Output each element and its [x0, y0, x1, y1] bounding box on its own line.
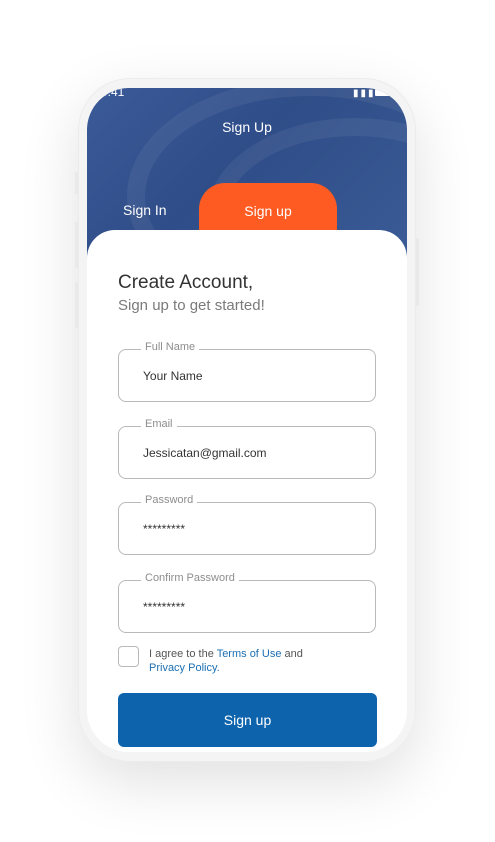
- device-side-button: [75, 172, 78, 194]
- agree-and: and: [281, 648, 303, 660]
- device-side-button: [416, 238, 419, 306]
- form-subtitle: Sign up to get started!: [118, 297, 265, 314]
- battery-icon: [375, 89, 393, 96]
- password-field[interactable]: Password *********: [118, 494, 376, 555]
- signup-form-card: Create Account, Sign up to get started! …: [87, 230, 407, 752]
- confirm-password-value: *********: [143, 600, 186, 614]
- email-field[interactable]: Email Jessicatan@gmail.com: [118, 418, 376, 479]
- agree-prefix: I agree to the: [149, 648, 217, 660]
- phone-screen: 9:41 ▮▮▮ ◠ Sign Up Sign In Sign up Creat…: [87, 88, 407, 752]
- tab-sign-in[interactable]: Sign In: [123, 202, 167, 218]
- terms-of-use-link[interactable]: Terms of Use: [217, 648, 282, 660]
- agree-checkbox[interactable]: [118, 646, 139, 667]
- page-title: Sign Up: [222, 119, 272, 135]
- password-value: *********: [143, 522, 186, 536]
- confirm-password-label: Confirm Password: [141, 572, 239, 584]
- agree-text: I agree to the Terms of Use and Privacy …: [149, 647, 349, 675]
- device-side-button: [75, 222, 78, 268]
- status-time: 9:41: [101, 88, 125, 99]
- full-name-value: Your Name: [143, 369, 203, 383]
- email-label: Email: [141, 418, 177, 430]
- tab-sign-up-label: Sign up: [244, 203, 292, 219]
- sign-up-button[interactable]: Sign up: [118, 693, 377, 747]
- email-value: Jessicatan@gmail.com: [143, 446, 267, 460]
- sign-up-button-label: Sign up: [223, 712, 272, 728]
- password-label: Password: [141, 494, 198, 506]
- full-name-label: Full Name: [141, 341, 200, 353]
- device-side-button: [75, 282, 78, 328]
- privacy-policy-link[interactable]: Privacy Policy.: [149, 662, 220, 674]
- full-name-field[interactable]: Full Name Your Name: [118, 341, 376, 402]
- form-title: Create Account,: [118, 272, 254, 293]
- confirm-password-field[interactable]: Confirm Password *********: [118, 572, 376, 633]
